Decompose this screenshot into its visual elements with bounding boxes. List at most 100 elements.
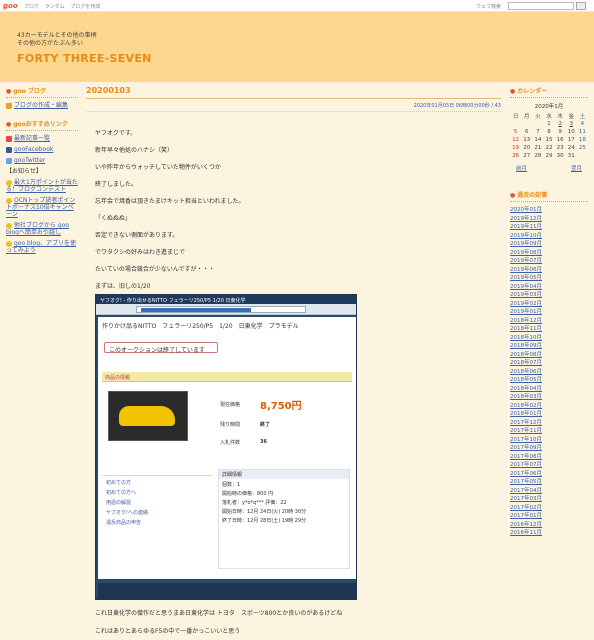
- calendar-month: 2020年1月: [534, 104, 564, 110]
- archive-month-link[interactable]: 2020年01月: [510, 206, 588, 215]
- notice-item: goo blog、アプリを使ってみよう: [6, 240, 78, 254]
- facebook-icon: [6, 146, 12, 153]
- archive-month-link[interactable]: 2019年04月: [510, 283, 588, 292]
- facebook-link[interactable]: gooFacebook: [14, 146, 53, 153]
- web-search-label: ウェブ検索: [476, 4, 502, 10]
- archive-month-link[interactable]: 2018年06月: [510, 368, 588, 377]
- archive-month-link[interactable]: 2018年09月: [510, 342, 588, 351]
- archive-month-link[interactable]: 2019年05月: [510, 274, 588, 283]
- archive-month-link[interactable]: 2018年05月: [510, 376, 588, 385]
- archive-month-link[interactable]: 2017年01月: [510, 512, 588, 521]
- archive-month-link[interactable]: 2019年06月: [510, 266, 588, 275]
- calendar-week: 12 13 14 15 16 17 18: [512, 137, 586, 143]
- archive-month-link[interactable]: 2017年12月: [510, 419, 588, 428]
- archive-month-link[interactable]: 2017年08月: [510, 453, 588, 462]
- archive-month-link[interactable]: 2018年07月: [510, 359, 588, 368]
- archive-month-link[interactable]: 2018年04月: [510, 385, 588, 394]
- archive-month-link[interactable]: 2016年11月: [510, 529, 588, 538]
- search-button[interactable]: [576, 2, 586, 10]
- nav-create-blog-link[interactable]: ブログを作成: [70, 4, 100, 10]
- archive-month-link[interactable]: 2017年07月: [510, 461, 588, 470]
- archive-month-link[interactable]: 2018年02月: [510, 402, 588, 411]
- archive-month-link[interactable]: 2019年07月: [510, 257, 588, 266]
- bullet-icon: ●: [510, 88, 516, 95]
- archive-month-link[interactable]: 2019年03月: [510, 291, 588, 300]
- archive-month-link[interactable]: 2018年01月: [510, 410, 588, 419]
- help-links: 初めての方 初めての方へ 用語の解説 ヤフオク!への連絡 違反商品の申告: [102, 475, 212, 565]
- item-info-header: 商品の情報: [102, 372, 352, 382]
- bullet-icon: ●: [6, 88, 12, 95]
- archive-month-link[interactable]: 2018年10月: [510, 334, 588, 343]
- archive-month-link[interactable]: 2017年04月: [510, 487, 588, 496]
- blog-edit-link[interactable]: ブログの作成・編集: [14, 102, 68, 109]
- post-line: でワタクシの好みはわき進まじで: [95, 249, 186, 256]
- notice-link[interactable]: 最大1万ポイントが当たる！ブログコンテスト: [6, 179, 78, 193]
- archive-month-link[interactable]: 2018年11月: [510, 325, 588, 334]
- notice-link[interactable]: goo blog、アプリを使ってみよう: [6, 240, 76, 254]
- prev-month-link[interactable]: 前月: [516, 164, 527, 172]
- left-sidebar: ● goo ブログ ブログの作成・編集 ● gooおすすめリンク 最新記事一覧 go…: [6, 86, 78, 258]
- star-icon: [6, 179, 12, 186]
- web-search-input[interactable]: [508, 2, 574, 10]
- archive-month-link[interactable]: 2019年08月: [510, 249, 588, 258]
- archive-month-link[interactable]: 2017年03月: [510, 495, 588, 504]
- remain-value: 終了: [260, 422, 271, 428]
- archive-month-link[interactable]: 2019年02月: [510, 300, 588, 309]
- archive-list: 2020年01月 2019年12月 2019年11月 2019年10月 2019年09月…: [510, 206, 588, 538]
- bullet-icon: ●: [510, 192, 516, 199]
- archive-title: ● 過去の記事: [510, 190, 588, 202]
- archive-month-link[interactable]: 2019年11月: [510, 223, 588, 232]
- star-icon: [6, 197, 12, 204]
- notice-item: 最大1万ポイントが当たる！ブログコンテスト: [6, 179, 78, 193]
- twitter-link[interactable]: gooTwitter: [14, 157, 45, 164]
- archive-month-link[interactable]: 2016年12月: [510, 521, 588, 530]
- archive-month-link[interactable]: 2017年10月: [510, 436, 588, 445]
- browser-title: ヤフオク! - 作り出せるNITTO フェラーリ250/P5 1/20 日東化学: [96, 295, 356, 304]
- post-line: たいていの場合競合が少ないんですが・・・: [95, 266, 215, 273]
- star-icon: [6, 240, 12, 247]
- twitter-row: gooTwitter: [6, 157, 78, 164]
- help-link: 初めての方: [106, 480, 132, 486]
- goo-logo[interactable]: goo: [3, 2, 18, 10]
- archive-month-link[interactable]: 2017年09月: [510, 444, 588, 453]
- archive-month-link[interactable]: 2019年09月: [510, 240, 588, 249]
- archive-month-link[interactable]: 2017年05月: [510, 478, 588, 487]
- notice-link[interactable]: 他社ブログから goo blogへ簡単お引越し: [6, 222, 69, 236]
- auction-screenshot[interactable]: ヤフオク! - 作り出せるNITTO フェラーリ250/P5 1/20 日東化学…: [95, 294, 357, 600]
- archive-month-link[interactable]: 2018年12月: [510, 317, 588, 326]
- archive-month-link[interactable]: 2017年02月: [510, 504, 588, 513]
- detail-line: 落札者：y*o*q*** 評価：22: [222, 500, 287, 506]
- archive-month-link[interactable]: 2019年12月: [510, 215, 588, 224]
- post-line: これはありとあらゆるF5の中で一番かっこいいと思う: [95, 628, 241, 635]
- notice-label: 【お知らせ】: [6, 168, 42, 175]
- next-month-link[interactable]: 翌月: [571, 164, 582, 172]
- archive-month-link[interactable]: 2018年03月: [510, 393, 588, 402]
- model-kit-image: [108, 391, 188, 441]
- notice-item: 他社ブログから goo blogへ簡単お引越し: [6, 222, 78, 236]
- detail-line: 個数：1: [222, 482, 241, 488]
- post-line: まずは、旧しの1/20: [95, 283, 151, 290]
- archive-month-link[interactable]: 2017年11月: [510, 427, 588, 436]
- notice-link[interactable]: OCNトップ読者ポイントボーナス10倍キャンペーン: [6, 197, 75, 218]
- nav-blog-link[interactable]: ブログ: [24, 4, 39, 10]
- popular-row: 最新記事一覧: [6, 135, 78, 142]
- post-line: これ日東化学の傑作だと思うまあ日東化学は トヨタ スポーツ800とか良いのがある…: [95, 610, 343, 617]
- detail-line: 開始時の価格：800 円: [222, 491, 274, 497]
- archive-month-link[interactable]: 2019年10月: [510, 232, 588, 241]
- nav-random-link[interactable]: ランダム: [45, 4, 65, 10]
- archive-month-link[interactable]: 2017年06月: [510, 470, 588, 479]
- archive-month-link[interactable]: 2018年08月: [510, 351, 588, 360]
- auction-ended-notice: このオークションは終了しています: [104, 342, 218, 354]
- calendar-nav: 前月 翌月: [510, 164, 588, 174]
- blog-title[interactable]: FORTY THREE-SEVEN: [17, 52, 152, 65]
- detail-panel: 詳細情報 個数：1 開始時の価格：800 円 落札者：y*o*q*** 評価：2…: [218, 469, 350, 569]
- archive-month-link[interactable]: 2019年01月: [510, 308, 588, 317]
- post-line: 否定できない側面があります。: [95, 232, 179, 239]
- browser-address-bar: [96, 304, 356, 315]
- post-date[interactable]: 2020年01月03日 06時00分00秒 / 43: [86, 102, 501, 112]
- item-title: 作りかけ品るNITTO フェラーリ250/P5 1/20 日東化学 プラモデル: [102, 323, 299, 330]
- url-field: [136, 306, 306, 313]
- popular-link[interactable]: 最新記事一覧: [14, 135, 50, 142]
- main-content: 20200103 2020年01月03日 06時00分00秒 / 43: [86, 86, 501, 112]
- post-title[interactable]: 20200103: [86, 86, 501, 99]
